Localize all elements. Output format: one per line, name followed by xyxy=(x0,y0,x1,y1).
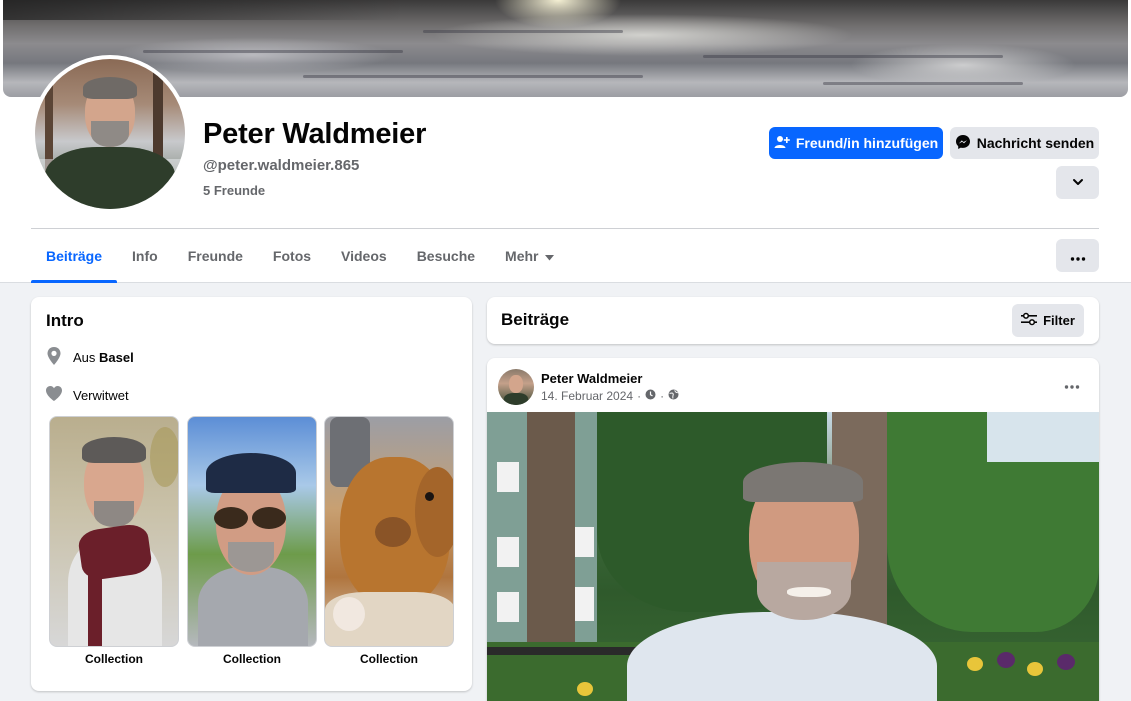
meta-separator: · xyxy=(637,389,642,403)
add-friend-button[interactable]: Freund/in hinzufügen xyxy=(769,127,943,159)
tab-label: Mehr xyxy=(505,248,539,264)
tab-freunde[interactable]: Freunde xyxy=(173,229,258,283)
location-pin-icon xyxy=(45,346,63,369)
globe-icon xyxy=(668,389,679,403)
featured-collection-2[interactable] xyxy=(187,416,317,647)
tab-label: Videos xyxy=(341,248,387,264)
meta-separator: · xyxy=(660,389,665,403)
filter-label: Filter xyxy=(1043,313,1075,328)
profile-picture[interactable] xyxy=(31,55,189,213)
tab-label: Fotos xyxy=(272,248,312,264)
post-photo[interactable] xyxy=(487,412,1099,701)
location-prefix: Aus xyxy=(73,350,96,365)
posts-title: Beiträge xyxy=(501,310,570,329)
tab-mehr[interactable]: Mehr xyxy=(490,229,568,283)
post-card: Peter Waldmeier 14. Februar 2024 · · xyxy=(487,358,1099,701)
tab-label: Beiträge xyxy=(46,248,103,264)
send-message-button[interactable]: Nachricht senden xyxy=(950,127,1099,159)
more-dots-icon xyxy=(1064,376,1080,394)
post-date[interactable]: 14. Februar 2024 xyxy=(541,389,633,403)
heart-icon xyxy=(45,385,63,405)
profile-tabs: Beiträge Info Freunde Fotos Videos Besuc… xyxy=(31,229,569,283)
tab-videos[interactable]: Videos xyxy=(326,229,402,283)
tab-info[interactable]: Info xyxy=(117,229,173,283)
filter-button[interactable]: Filter xyxy=(1012,304,1084,337)
featured-label-3[interactable]: Collection xyxy=(324,652,454,666)
intro-relationship: Verwitwet xyxy=(45,385,129,405)
profile-name: Peter Waldmeier xyxy=(203,118,427,150)
tab-beitraege[interactable]: Beiträge xyxy=(31,229,118,283)
clock-icon xyxy=(645,389,656,403)
tab-label: Info xyxy=(132,248,158,264)
featured-collection-3[interactable] xyxy=(324,416,454,647)
tab-fotos[interactable]: Fotos xyxy=(258,229,326,283)
intro-title: Intro xyxy=(46,311,84,330)
tab-besuche[interactable]: Besuche xyxy=(402,229,490,283)
featured-collection-1[interactable] xyxy=(49,416,179,647)
cover-photo[interactable] xyxy=(3,0,1128,97)
featured-label-2[interactable]: Collection xyxy=(187,652,317,666)
intro-card: Intro Aus Basel Verwitwet Collection Col… xyxy=(31,297,472,691)
post-author-avatar[interactable] xyxy=(498,369,534,405)
more-actions-button[interactable] xyxy=(1056,166,1099,199)
post-author-name[interactable]: Peter Waldmeier xyxy=(541,371,642,386)
tab-label: Freunde xyxy=(187,248,243,264)
posts-header-card: Beiträge xyxy=(487,297,1099,344)
add-friend-icon xyxy=(774,134,790,153)
profile-handle: @peter.waldmeier.865 xyxy=(203,157,360,174)
messenger-icon xyxy=(955,134,971,153)
profile-more-button[interactable] xyxy=(1056,239,1099,272)
featured-label-1[interactable]: Collection xyxy=(49,652,179,666)
filter-icon xyxy=(1021,312,1038,329)
post-options-button[interactable] xyxy=(1057,374,1087,396)
chevron-down-icon xyxy=(1072,175,1084,191)
more-dots-icon xyxy=(1070,248,1086,264)
tab-label: Besuche xyxy=(416,248,476,264)
location-link[interactable]: Basel xyxy=(99,350,134,365)
intro-location: Aus Basel xyxy=(45,346,134,369)
friends-count-link[interactable]: 5 Freunde xyxy=(203,183,265,198)
add-friend-label: Freund/in hinzufügen xyxy=(795,135,939,151)
post-meta: 14. Februar 2024 · · xyxy=(541,389,679,403)
send-message-label: Nachricht senden xyxy=(976,135,1095,151)
caret-down-icon xyxy=(544,248,554,264)
relationship-status: Verwitwet xyxy=(73,387,129,403)
